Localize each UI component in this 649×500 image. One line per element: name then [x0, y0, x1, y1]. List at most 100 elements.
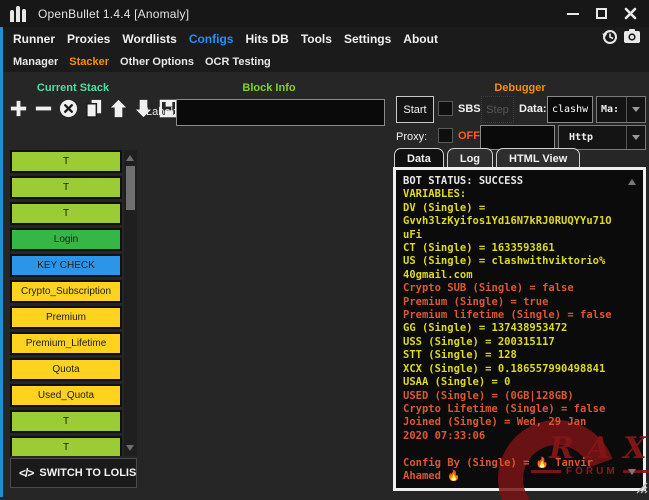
terminal-lines: BOT STATUS: SUCCESSVARIABLES:DV (Single)…	[396, 170, 643, 483]
chevron-down-icon	[627, 107, 645, 112]
scroll-thumb[interactable]	[126, 166, 135, 210]
screenshot-icon[interactable]	[623, 28, 641, 49]
submenu-item-ocr-testing[interactable]: OCR Testing	[205, 56, 271, 68]
proxy-checkbox[interactable]	[438, 128, 453, 143]
terminal-line: Crypto Lifetime (Single) = false	[403, 403, 639, 416]
menu-item-hits-db[interactable]: Hits DB	[245, 32, 288, 46]
stack-list: TTTLoginKEY CHECKCrypto_SubscriptionPrem…	[10, 150, 122, 456]
sbs-label: SBS	[458, 103, 481, 115]
window-title: OpenBullet 1.4.4 [Anomaly]	[38, 7, 189, 21]
proxy-label: Proxy:	[396, 131, 427, 143]
stack-scrollbar[interactable]	[124, 150, 137, 456]
terminal-line: Ahamed 🔥	[403, 470, 639, 483]
title-bar: OpenBullet 1.4.4 [Anomaly]	[0, 0, 649, 27]
stack-block[interactable]: KEY CHECK	[10, 254, 122, 277]
resize-grip[interactable]	[636, 481, 648, 499]
block-label-input[interactable]	[176, 99, 385, 126]
maximize-button[interactable]	[596, 8, 607, 19]
debugger-title: Debugger	[395, 82, 645, 94]
stack-block[interactable]: T	[10, 410, 122, 433]
tab-html-view[interactable]: HTML View	[496, 148, 580, 168]
debugger-tabs: DataLogHTML View	[394, 148, 580, 168]
terminal-scroll-up-icon[interactable]	[628, 179, 636, 185]
app-logo-icon	[10, 6, 26, 22]
window-accent-border	[0, 27, 3, 497]
stack-block[interactable]: Premium_Lifetime	[10, 332, 122, 355]
menu-item-configs[interactable]: Configs	[189, 32, 234, 46]
stack-block[interactable]: Login	[10, 228, 122, 251]
debug-data-input[interactable]	[547, 96, 593, 123]
proxy-input[interactable]	[480, 125, 555, 150]
step-button[interactable]: Step	[481, 96, 514, 123]
stack-block[interactable]: T	[10, 176, 122, 199]
terminal-scroll-down-icon[interactable]	[628, 469, 636, 475]
terminal-line: STT (Single) = 128	[403, 349, 639, 362]
menu-item-settings[interactable]: Settings	[344, 32, 391, 46]
sbs-checkbox[interactable]	[438, 101, 453, 116]
menu-item-tools[interactable]: Tools	[301, 32, 332, 46]
stack-block[interactable]: Used_Quota	[10, 384, 122, 407]
stack-block[interactable]: T	[10, 150, 122, 173]
close-button[interactable]	[624, 7, 637, 20]
move-up-icon[interactable]	[107, 96, 130, 120]
label-caption: Label:	[146, 106, 176, 118]
configs-submenu: Manager Stacker Other Options OCR Testing	[0, 50, 649, 72]
data-label: Data:	[519, 103, 547, 115]
menu-item-wordlists[interactable]: Wordlists	[122, 32, 176, 46]
clone-icon[interactable]	[82, 96, 105, 120]
tab-data[interactable]: Data	[394, 148, 444, 168]
code-icon: </>	[19, 466, 33, 480]
menu-item-runner[interactable]: Runner	[13, 32, 55, 46]
scroll-up-icon[interactable]	[126, 155, 134, 161]
minimize-button[interactable]	[567, 13, 579, 15]
menu-item-proxies[interactable]: Proxies	[67, 32, 110, 46]
terminal-line: BOT STATUS: SUCCESS	[403, 175, 639, 188]
terminal-line: VARIABLES:	[403, 188, 639, 201]
terminal-line: Config By (Single) = 🔥 Tanvir	[403, 457, 639, 470]
chevron-down-icon	[627, 135, 645, 140]
terminal-line: DV (Single) =	[403, 202, 639, 215]
start-button[interactable]: Start	[396, 96, 434, 123]
wordlist-type-select[interactable]: Ma:	[596, 96, 646, 123]
terminal-line: 40gmail.com	[403, 269, 639, 282]
proxy-type-select[interactable]: Http	[558, 125, 646, 150]
stack-block[interactable]: T	[10, 436, 122, 456]
terminal-line: XCX (Single) = 0.186557990498841	[403, 363, 639, 376]
openbullet-window: OpenBullet 1.4.4 [Anomaly] Runner Proxies…	[0, 0, 649, 500]
submenu-item-stacker[interactable]: Stacker	[69, 56, 109, 68]
terminal-line: Premium lifetime (Single) = false	[403, 309, 639, 322]
terminal-line: GG (Single) = 137438953472	[403, 322, 639, 335]
wordlist-type-value: Ma:	[601, 104, 619, 115]
block-info-title: Block Info	[150, 82, 388, 94]
menu-item-about[interactable]: About	[403, 32, 438, 46]
terminal-line: Gvvh3lzKyifos1Yd16N7kRJ0RUQYYu71O	[403, 215, 639, 228]
terminal-line: USED (Single) = (0GB|128GB)	[403, 390, 639, 403]
remove-icon[interactable]	[32, 96, 55, 120]
add-icon[interactable]	[7, 96, 30, 120]
submenu-item-manager[interactable]: Manager	[13, 56, 58, 68]
scroll-down-icon[interactable]	[126, 445, 134, 451]
terminal-line: uFi	[403, 229, 639, 242]
stack-block[interactable]: Premium	[10, 306, 122, 329]
stack-block[interactable]: T	[10, 202, 122, 225]
switch-button-label: SWITCH TO LOLISCR	[39, 467, 137, 479]
clear-icon[interactable]	[57, 96, 80, 120]
proxy-status: OFF	[458, 130, 480, 142]
terminal-line: 2020 07:33:06	[403, 430, 639, 443]
terminal-line: Joined (Single) = Wed, 29 Jan	[403, 416, 639, 429]
terminal-line: Premium (Single) = true	[403, 296, 639, 309]
stack-block[interactable]: Crypto_Subscription	[10, 280, 122, 303]
terminal-line: US (Single) = clashwithviktorio%	[403, 255, 639, 268]
terminal-line: USAA (Single) = 0	[403, 376, 639, 389]
terminal-line: CT (Single) = 1633593861	[403, 242, 639, 255]
stack-block[interactable]: Quota	[10, 358, 122, 381]
terminal-line	[403, 443, 639, 456]
history-icon[interactable]	[601, 28, 618, 50]
terminal-line: Crypto SUB (Single) = false	[403, 282, 639, 295]
tab-log[interactable]: Log	[447, 148, 493, 168]
switch-to-loliscript-button[interactable]: </> SWITCH TO LOLISCR	[10, 458, 137, 488]
submenu-item-other-options[interactable]: Other Options	[120, 56, 194, 68]
debugger-output[interactable]: RAX FORUM BOT STATUS: SUCCESSVARIABLES:D…	[393, 167, 646, 491]
main-menu: Runner Proxies Wordlists Configs Hits DB Tool…	[0, 27, 649, 50]
terminal-line: USS (Single) = 200315117	[403, 336, 639, 349]
